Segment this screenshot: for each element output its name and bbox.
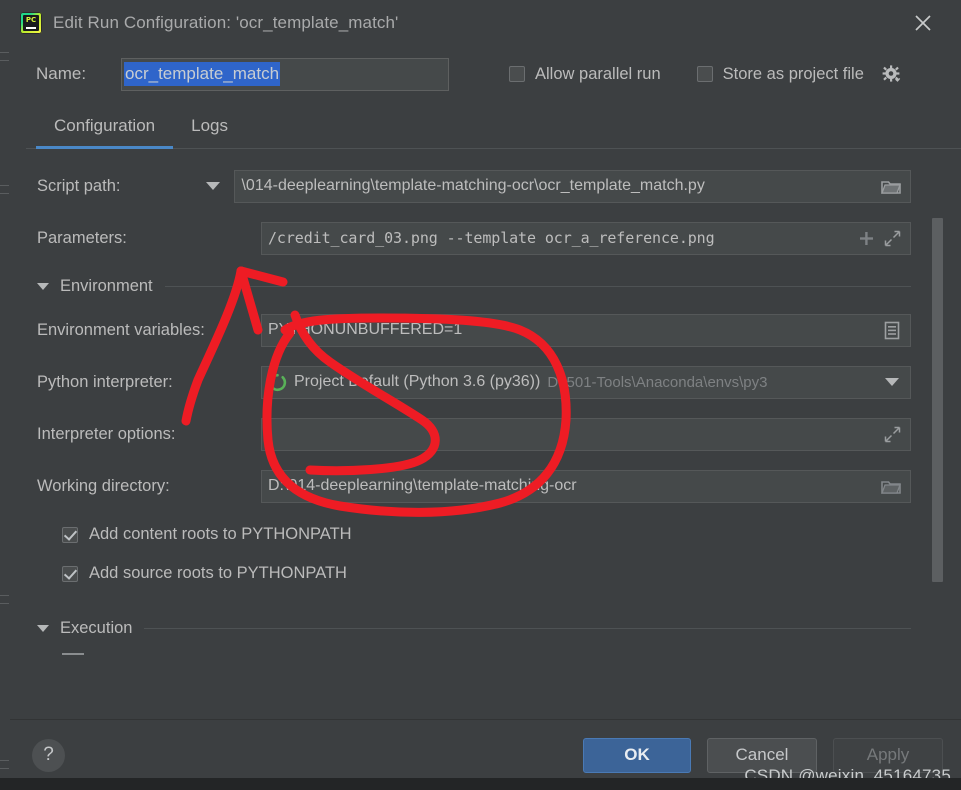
desktop-bottom-strip: [0, 778, 961, 790]
script-path-field[interactable]: \014-deeplearning\template-matching-ocr\…: [234, 169, 911, 203]
parameters-row: Parameters: /credit_card_03.png --templa…: [26, 219, 961, 257]
add-source-roots-checkbox[interactable]: [62, 565, 78, 582]
chevron-down-icon[interactable]: [885, 378, 899, 386]
store-as-project-file-group[interactable]: Store as project file: [696, 64, 901, 84]
add-content-roots-label: Add content roots to PYTHONPATH: [89, 525, 352, 543]
environment-variables-field[interactable]: PYTHONUNBUFFERED=1: [261, 313, 911, 347]
gear-icon[interactable]: [882, 64, 901, 84]
screen: PC Edit Run Configuration: 'ocr_template…: [0, 0, 961, 790]
environment-variables-label: Environment variables:: [37, 320, 205, 339]
python-interpreter-label: Python interpreter:: [37, 372, 173, 391]
script-path-row: Script path: \014-deeplearning\template-…: [26, 167, 961, 205]
chevron-down-icon[interactable]: [206, 182, 221, 190]
python-interpreter-row: Python interpreter: Project Default (Pyt…: [26, 363, 961, 401]
folder-icon[interactable]: [881, 478, 901, 495]
python-interpreter-value: Project Default (Python 3.6 (py36)): [294, 373, 541, 390]
store-as-project-file-label: Store as project file: [722, 64, 864, 83]
add-content-roots-checkbox[interactable]: [62, 526, 78, 543]
interpreter-options-row: Interpreter options:: [26, 415, 961, 453]
triangle-down-icon[interactable]: [37, 624, 49, 632]
python-interpreter-path: D:\501-Tools\Anaconda\envs\py3: [547, 373, 768, 391]
python-env-icon: [268, 373, 287, 392]
execution-section-label: Execution: [60, 618, 133, 637]
dialog-title: Edit Run Configuration: 'ocr_template_ma…: [53, 12, 399, 32]
clipped-row: [26, 653, 961, 655]
parameters-field[interactable]: /credit_card_03.png --template ocr_a_ref…: [261, 221, 911, 255]
ok-button[interactable]: OK: [583, 737, 691, 773]
environment-variables-value: PYTHONUNBUFFERED=1: [268, 321, 463, 338]
section-divider: [144, 627, 911, 629]
plus-icon[interactable]: [858, 230, 875, 247]
environment-section-header[interactable]: Environment: [26, 271, 961, 301]
dialog-content: Configuration Logs Script path: \014-dee…: [26, 103, 961, 719]
section-divider: [164, 285, 911, 287]
name-input[interactable]: ocr_template_match: [121, 57, 449, 91]
working-directory-field[interactable]: D:\014-deeplearning\template-matching-oc…: [261, 469, 911, 503]
script-path-label: Script path:: [37, 176, 121, 195]
list-edit-icon[interactable]: [883, 321, 901, 340]
parameters-value: /credit_card_03.png --template ocr_a_ref…: [268, 229, 715, 247]
expand-icon[interactable]: [884, 426, 901, 443]
tab-bar: Configuration Logs: [26, 103, 961, 149]
add-source-roots-label: Add source roots to PYTHONPATH: [89, 564, 347, 582]
tab-configuration[interactable]: Configuration: [36, 116, 174, 149]
triangle-down-icon[interactable]: [37, 282, 49, 290]
form-scrollbar-thumb[interactable]: [932, 218, 943, 582]
working-directory-value: D:\014-deeplearning\template-matching-oc…: [268, 477, 577, 494]
python-interpreter-field[interactable]: Project Default (Python 3.6 (py36)) D:\5…: [261, 365, 911, 399]
add-source-roots-row[interactable]: Add source roots to PYTHONPATH: [26, 558, 961, 589]
script-path-value: \014-deeplearning\template-matching-ocr\…: [241, 177, 705, 194]
help-button[interactable]: ?: [32, 738, 65, 772]
environment-section-label: Environment: [60, 276, 153, 295]
name-row: Name: ocr_template_match Allow parallel …: [10, 45, 961, 103]
working-directory-label: Working directory:: [37, 476, 170, 495]
tab-logs[interactable]: Logs: [173, 116, 246, 148]
expand-icon[interactable]: [884, 230, 901, 247]
store-as-project-file-checkbox[interactable]: [696, 66, 713, 82]
dialog-titlebar: PC Edit Run Configuration: 'ocr_template…: [10, 0, 961, 45]
add-content-roots-row[interactable]: Add content roots to PYTHONPATH: [26, 519, 961, 550]
interpreter-options-label: Interpreter options:: [37, 424, 176, 443]
folder-icon[interactable]: [881, 178, 901, 195]
parameters-label: Parameters:: [37, 228, 127, 247]
pycharm-icon: PC: [20, 11, 42, 34]
working-directory-row: Working directory: D:\014-deeplearning\t…: [26, 467, 961, 505]
edit-run-configuration-dialog: PC Edit Run Configuration: 'ocr_template…: [10, 0, 961, 790]
allow-parallel-run-checkbox[interactable]: [509, 66, 525, 82]
configuration-form: Script path: \014-deeplearning\template-…: [26, 149, 961, 669]
allow-parallel-run-group[interactable]: Allow parallel run: [509, 65, 661, 84]
close-icon[interactable]: [899, 0, 947, 45]
environment-variables-row: Environment variables: PYTHONUNBUFFERED=…: [26, 311, 961, 349]
name-input-value: ocr_template_match: [124, 61, 281, 87]
execution-section-header[interactable]: Execution: [26, 613, 961, 643]
allow-parallel-run-label: Allow parallel run: [535, 64, 661, 83]
interpreter-options-field[interactable]: [261, 417, 911, 451]
name-label: Name:: [36, 64, 87, 83]
